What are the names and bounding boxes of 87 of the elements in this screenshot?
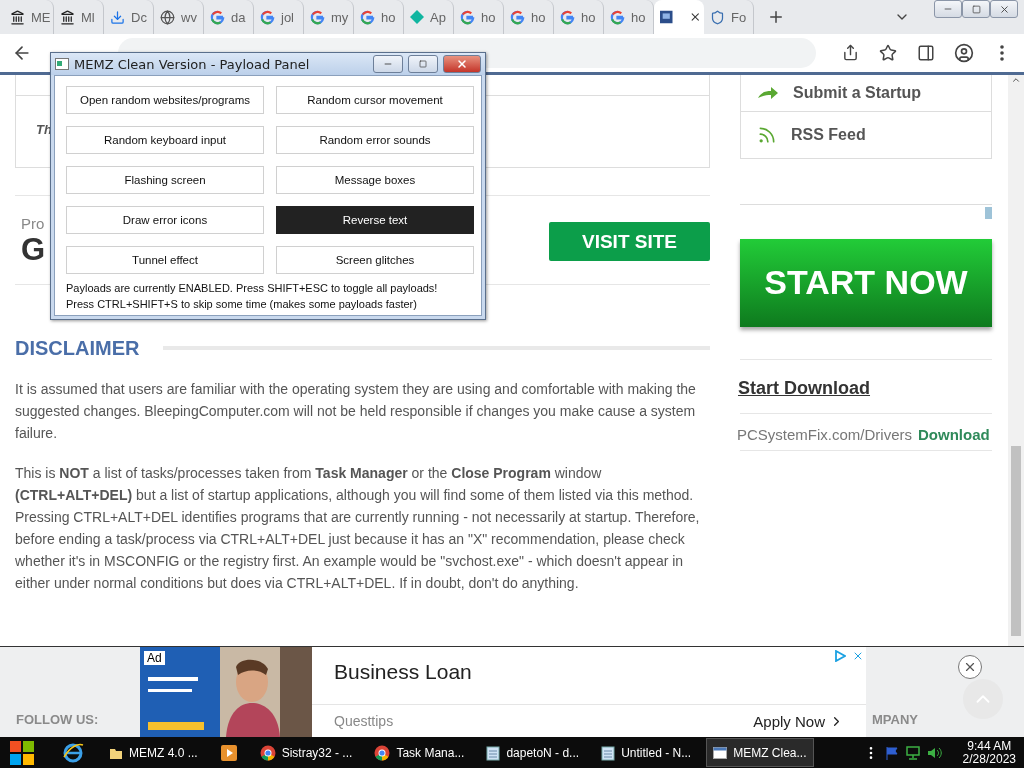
minimize-button[interactable] bbox=[934, 0, 962, 18]
app-icon bbox=[660, 10, 673, 24]
payload-button[interactable]: Open random websites/programs bbox=[66, 86, 264, 114]
window-icon bbox=[713, 745, 728, 760]
window-title: MEMZ Clean Version - Payload Panel bbox=[74, 56, 311, 72]
clock-time: 9:44 AM bbox=[967, 739, 1012, 753]
share-icon bbox=[841, 44, 859, 62]
google-icon bbox=[360, 9, 375, 25]
disclaimer-paragraph: It is assumed that users are familiar with the operating system they are using and comfortable with making the suggested changes. BleepingComputer.com will not be held responsible if changes you make cause a system failure. bbox=[15, 379, 697, 443]
arrow-icon bbox=[757, 85, 779, 100]
google-icon bbox=[260, 9, 275, 25]
visit-site-button[interactable]: VISIT SITE bbox=[549, 222, 710, 262]
taskbar-item[interactable]: Sistray32 - ... bbox=[252, 738, 360, 767]
star-icon bbox=[879, 43, 897, 62]
ad-title: Business Loan bbox=[334, 660, 473, 685]
globe-icon bbox=[160, 9, 175, 25]
chrome-icon bbox=[259, 744, 276, 761]
google-icon bbox=[310, 9, 325, 25]
payload-button[interactable]: Reverse text bbox=[276, 206, 474, 234]
footer-heading: FOLLOW US: bbox=[16, 712, 99, 727]
maximize-button[interactable] bbox=[408, 55, 438, 73]
restore-button[interactable] bbox=[962, 0, 990, 18]
promo-title: G bbox=[21, 232, 46, 269]
ad-card[interactable]: Business Loan Questtips Apply Now bbox=[312, 647, 866, 738]
taskbar-item[interactable]: Task Mana... bbox=[367, 738, 472, 767]
google-icon bbox=[210, 9, 225, 25]
disclaimer-paragraph: This is NOT a list of tasks/processes taken from Task Manager or the Close Program window (CTRL+ALT+DEL) but a list of startup applications, although you will find some of them listed via this method. Pressing CTRL+ALT+DEL identifies programs that are currently running - not necessarily at startup. Therefore, before ending a task/process via CTRL+ALT+DEL just because it has an "X" recommendation, please check whether it's in MSCONFIG or the registry first. An example would be "svchost.exe" - which doesn't appear in either under normal conditions but does via CTRL+ALT+DEL. If in doubt, don't do anything. bbox=[15, 463, 701, 593]
taskbar-item[interactable]: Untitled - N... bbox=[594, 738, 699, 767]
payload-button[interactable]: Random cursor movement bbox=[276, 86, 474, 114]
sidebar-link[interactable]: RSS Feed bbox=[741, 110, 991, 158]
flag-icon[interactable] bbox=[884, 745, 899, 760]
payload-button[interactable]: Message boxes bbox=[276, 166, 474, 194]
scroll-thumb[interactable] bbox=[1011, 446, 1021, 637]
menu-icon bbox=[1000, 44, 1004, 61]
browser-tab[interactable] bbox=[654, 0, 704, 34]
download-link[interactable]: Download bbox=[918, 426, 990, 444]
maximize-icon bbox=[419, 60, 427, 68]
payload-button[interactable]: Screen glitches bbox=[276, 246, 474, 274]
payload-button[interactable]: Tunnel effect bbox=[66, 246, 264, 274]
disclaimer-heading: DISCLAIMER bbox=[15, 336, 140, 360]
volume-icon[interactable] bbox=[926, 745, 943, 760]
taskbar-item[interactable]: MEMZ 4.0 ... bbox=[102, 738, 205, 767]
promo-label: Pro bbox=[21, 215, 46, 233]
ad-label: Ad bbox=[144, 651, 165, 666]
notepad-icon bbox=[601, 744, 616, 761]
payload-button[interactable]: Flashing screen bbox=[66, 166, 264, 194]
network-icon[interactable] bbox=[904, 745, 921, 760]
scrollbar[interactable] bbox=[1008, 74, 1024, 647]
close-icon bbox=[998, 3, 1010, 15]
shield-icon bbox=[710, 9, 725, 25]
ad-source: PCSystemFix.com/Drivers bbox=[737, 426, 912, 444]
minimize-button[interactable] bbox=[373, 55, 403, 73]
taskbar-item[interactable]: dapetoN - d... bbox=[479, 738, 587, 767]
apply-now-link[interactable]: Apply Now bbox=[753, 712, 844, 730]
start-download-link[interactable]: Start Download bbox=[738, 377, 870, 399]
clock-date: 2/28/2023 bbox=[962, 752, 1016, 766]
building-icon bbox=[10, 9, 25, 25]
sidebar-link[interactable]: Submit a Startup bbox=[741, 74, 991, 111]
close-ad-button[interactable] bbox=[958, 655, 982, 680]
google-icon bbox=[460, 9, 475, 25]
status-text: Payloads are currently ENABLED. Press SHIFT+ESC to toggle all payloads! bbox=[66, 281, 439, 296]
google-icon bbox=[610, 9, 625, 25]
notepad-icon bbox=[486, 744, 501, 761]
window-icon bbox=[55, 58, 69, 70]
play-icon[interactable] bbox=[834, 650, 846, 663]
payload-button[interactable]: Random keyboard input bbox=[66, 126, 264, 154]
payload-button[interactable]: Draw error icons bbox=[66, 206, 264, 234]
status-text: Press CTRL+SHIFT+S to skip some time (makes some payloads faster) bbox=[66, 297, 418, 312]
google-icon bbox=[560, 9, 575, 25]
side-panel-icon bbox=[917, 43, 935, 62]
close-button[interactable] bbox=[990, 0, 1018, 18]
taskbar-item[interactable]: MEMZ Clea... bbox=[706, 738, 814, 767]
payload-button[interactable]: Random error sounds bbox=[276, 126, 474, 154]
diamond-icon bbox=[410, 10, 424, 24]
media-icon bbox=[219, 743, 238, 762]
download-icon bbox=[110, 9, 125, 25]
profile-icon bbox=[954, 42, 974, 63]
close-icon bbox=[456, 58, 468, 70]
close-button[interactable] bbox=[443, 55, 481, 73]
advertiser-name: Questtips bbox=[334, 713, 394, 730]
restore-icon bbox=[971, 4, 981, 14]
browser-icon[interactable] bbox=[62, 741, 84, 764]
building-icon bbox=[60, 9, 75, 25]
footer-heading: MPANY bbox=[872, 712, 918, 727]
google-icon bbox=[510, 9, 525, 25]
chrome-icon bbox=[374, 744, 391, 761]
plus-icon bbox=[767, 8, 785, 26]
